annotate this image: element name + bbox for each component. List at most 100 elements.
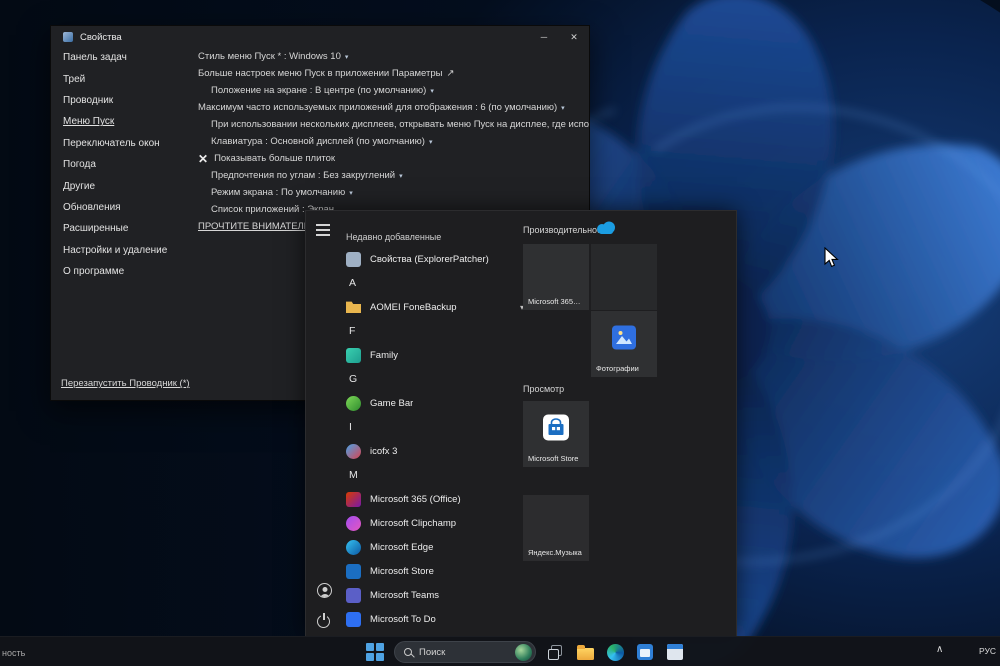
dropdown-caret-icon: ▾ — [399, 172, 403, 180]
setting-label: Больше настроек меню Пуск в приложении П… — [198, 68, 443, 79]
section-letter[interactable]: A — [346, 271, 528, 295]
onedrive-cloud-icon[interactable] — [595, 220, 617, 240]
hamburger-icon[interactable] — [316, 221, 332, 236]
section-letter[interactable]: F — [346, 319, 528, 343]
sidebar-item[interactable]: Погода — [63, 154, 195, 175]
store-icon — [637, 644, 653, 660]
app-window-button[interactable] — [664, 641, 686, 663]
start-menu-app[interactable]: icofx 3 ▾ — [346, 439, 528, 463]
setting-row[interactable]: ✕ Положение на экране : В центре (по умо… — [211, 82, 585, 99]
start-menu-app[interactable]: Microsoft Teams ▾ — [346, 583, 528, 607]
clipchamp-icon — [346, 515, 361, 531]
edge-icon — [606, 643, 624, 661]
properties-icon — [346, 251, 361, 267]
start-menu-app[interactable]: Game Bar ▾ — [346, 391, 528, 415]
sidebar-item[interactable]: Настройки и удаление — [63, 240, 195, 261]
sidebar-item[interactable]: О программе — [63, 261, 195, 282]
start-menu-app[interactable]: Microsoft Store ▾ — [346, 559, 528, 583]
power-button[interactable] — [317, 615, 330, 628]
start-menu-app[interactable]: Family ▾ — [346, 343, 528, 367]
setting-label: Предпочтения по углам : Без закруглений — [211, 170, 396, 181]
setting-row[interactable]: ✕ Режим экрана : По умолчанию ▾ — [211, 184, 585, 201]
start-menu: Недавно добавленные Свойства (ExplorerPa… — [305, 210, 737, 637]
setting-label: Положение на экране : В центре (по умолч… — [211, 85, 427, 96]
setting-row[interactable]: ✕ При использовании нескольких дисплеев,… — [211, 116, 589, 133]
folder-icon — [576, 644, 594, 660]
section-letter[interactable]: I — [346, 415, 528, 439]
window-title: Свойства — [80, 31, 122, 43]
dropdown-caret-icon: ▾ — [344, 53, 349, 61]
icofx-icon — [346, 443, 361, 459]
setting-row[interactable]: ✕ Клавиатура : Основной дисплей (по умол… — [211, 133, 585, 150]
sidebar-item[interactable]: Расширенные — [63, 218, 195, 239]
dropdown-caret-icon: ▾ — [561, 104, 565, 112]
checkbox-x-icon[interactable]: ✕ — [198, 152, 208, 166]
window-titlebar[interactable]: Свойства ─ ✕ — [51, 26, 589, 48]
start-button[interactable] — [364, 642, 386, 662]
store-button[interactable] — [634, 641, 656, 663]
microsoft-365-icon — [346, 491, 361, 507]
teams-icon — [346, 587, 361, 603]
restart-explorer-link[interactable]: Перезапустить Проводник (*) — [61, 378, 190, 389]
store-icon — [543, 414, 569, 446]
setting-row[interactable]: ✕ Максимум часто используемых приложений… — [198, 99, 585, 116]
search-box[interactable]: Поиск — [394, 641, 536, 663]
dropdown-caret-icon: ▾ — [349, 189, 353, 197]
user-icon — [317, 583, 332, 598]
sidebar-item[interactable]: Другие — [63, 175, 195, 196]
sidebar-item[interactable]: Панель задач — [63, 47, 195, 68]
search-daily-image[interactable] — [515, 643, 532, 661]
file-explorer-button[interactable] — [574, 641, 596, 663]
tile-photos[interactable]: Фотографии — [591, 311, 657, 377]
desktop: Свойства ─ ✕ Панель задач Трей Проводник Ме… — [0, 0, 1000, 666]
tile-microsoft-365[interactable]: Microsoft 365… — [523, 244, 589, 310]
tile-group-title[interactable]: Просмотр — [523, 384, 564, 394]
sidebar-item[interactable]: Трей — [63, 68, 195, 89]
start-menu-app[interactable]: Microsoft Clipchamp ▾ — [346, 511, 528, 535]
task-view-icon — [547, 644, 563, 660]
start-menu-app[interactable]: AOMEI FoneBackup ▾ — [346, 295, 528, 319]
game-bar-icon — [346, 395, 361, 411]
language-indicator[interactable]: РУС — [979, 646, 996, 656]
edge-icon — [346, 539, 361, 555]
edge-button[interactable] — [604, 641, 626, 663]
setting-label: Стиль меню Пуск * : Windows 10 — [198, 51, 341, 62]
setting-row[interactable]: ✕ Больше настроек меню Пуск в приложении… — [198, 65, 585, 82]
mouse-cursor — [824, 247, 839, 268]
start-menu-app[interactable]: Microsoft 365 (Office) ▾ — [346, 487, 528, 511]
sidebar-item[interactable]: Проводник — [63, 90, 195, 111]
setting-row[interactable]: ✕ Показывать больше плиток ▾ — [198, 150, 585, 167]
tile-yandex-music[interactable]: Яндекс.Музыка — [523, 495, 589, 561]
family-icon — [346, 347, 361, 363]
windows-logo-icon — [366, 643, 384, 661]
tile-empty[interactable] — [591, 244, 657, 310]
setting-label: Показывать больше плиток — [214, 153, 336, 164]
search-icon — [404, 648, 412, 656]
power-icon — [317, 615, 330, 628]
external-link-icon: ↗ — [446, 68, 455, 79]
folder-icon — [346, 301, 361, 313]
tile-microsoft-store[interactable]: Microsoft Store — [523, 401, 589, 467]
user-button[interactable] — [317, 583, 332, 598]
sidebar-item[interactable]: Меню Пуск — [63, 111, 195, 132]
tray-chevron-icon[interactable]: ∧ — [936, 644, 943, 655]
sidebar-item[interactable]: Обновления — [63, 197, 195, 218]
photos-icon — [612, 325, 636, 355]
app-window-icon — [667, 644, 683, 660]
dropdown-caret-icon: ▾ — [430, 87, 434, 95]
settings-sidebar: Панель задач Трей Проводник Меню Пуск Перекл… — [63, 47, 195, 282]
settings-content: ✕ Стиль меню Пуск * : Windows 10 ▾ ✕ Бол… — [198, 48, 589, 235]
setting-row[interactable]: ✕ Предпочтения по углам : Без закруглени… — [211, 167, 585, 184]
start-menu-rail — [306, 211, 344, 636]
start-menu-app[interactable]: Microsoft To Do ▾ — [346, 607, 528, 631]
start-menu-app[interactable]: Свойства (ExplorerPatcher) ▾ — [346, 247, 528, 271]
start-menu-app[interactable]: Microsoft Edge ▾ — [346, 535, 528, 559]
task-view-button[interactable] — [544, 641, 566, 663]
close-button[interactable]: ✕ — [559, 26, 589, 48]
sidebar-item[interactable]: Переключатель окон — [63, 133, 195, 154]
section-letter[interactable]: M — [346, 463, 528, 487]
setting-row[interactable]: ✕ Стиль меню Пуск * : Windows 10 ▾ — [198, 48, 585, 65]
section-letter[interactable]: G — [346, 367, 528, 391]
app-icon — [63, 32, 73, 42]
minimize-button[interactable]: ─ — [529, 26, 559, 48]
